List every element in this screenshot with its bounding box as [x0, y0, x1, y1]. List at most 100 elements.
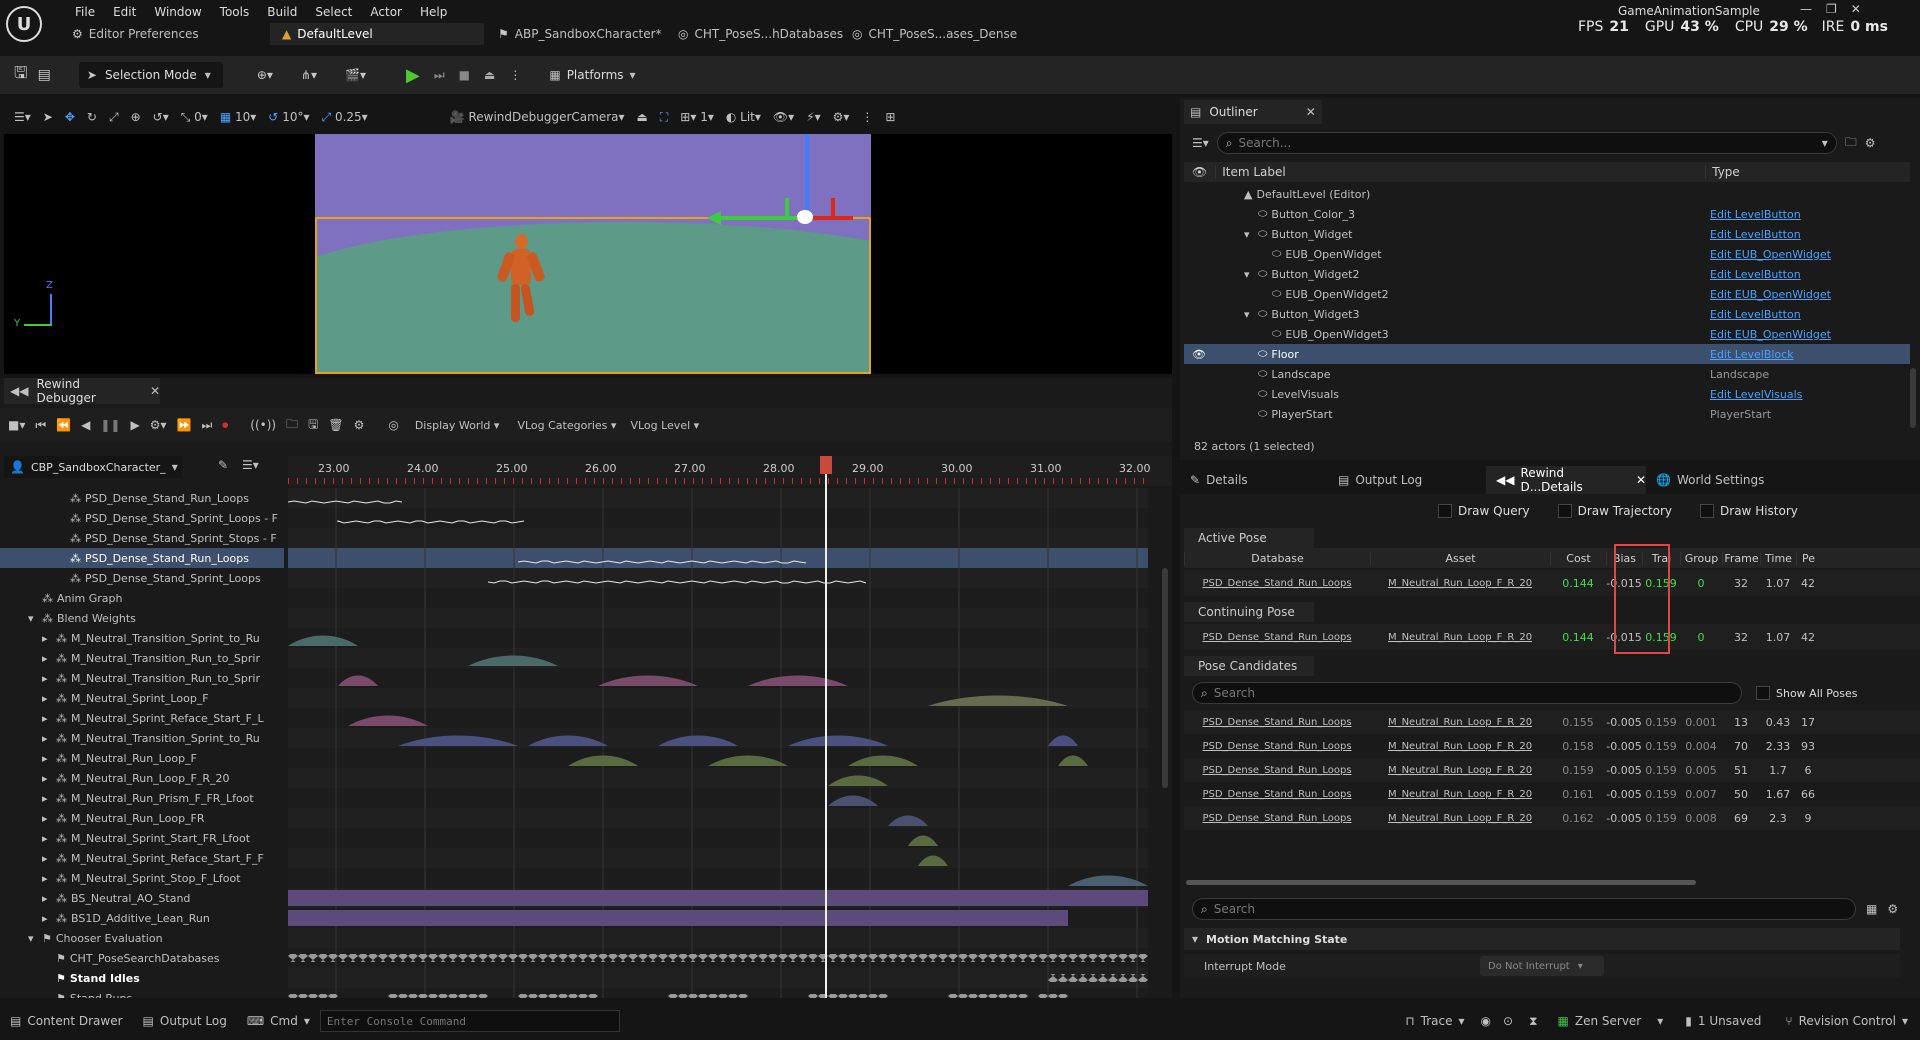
outliner-tab[interactable]: ▤ Outliner ✕	[1184, 100, 1322, 124]
column-asset[interactable]: Asset	[1370, 551, 1550, 565]
database-link[interactable]: PSD_Dense_Stand_Run_Loops	[1184, 813, 1370, 824]
tab-abp-sandbox[interactable]: ⚑ ABP_SandboxCharacter*	[484, 27, 664, 41]
more-icon[interactable]: ⋮	[861, 110, 873, 124]
track-row[interactable]: ▸ ⁂ M_Neutral_Sprint_Start_FR_Lfoot	[0, 828, 284, 848]
select-tool-icon[interactable]: ➤	[43, 110, 53, 124]
chevron-right-icon[interactable]: ▸	[42, 912, 52, 925]
column-database[interactable]: Database	[1184, 551, 1370, 565]
console-input[interactable]	[319, 1010, 620, 1032]
stop-icon[interactable]: ■	[459, 68, 470, 82]
close-icon[interactable]: ✕	[1636, 473, 1646, 487]
asset-link[interactable]: M_Neutral_Run_Loop_F_R_20	[1370, 765, 1550, 776]
chevron-right-icon[interactable]: ▸	[42, 732, 52, 745]
track-row[interactable]: ▸ ⁂ M_Neutral_Sprint_Reface_Start_F_F	[0, 848, 284, 868]
menu-tools[interactable]: Tools	[211, 5, 259, 19]
item-type[interactable]: Edit LevelButton	[1710, 208, 1801, 221]
vlog-categories-dropdown[interactable]: VLog Categories ▾	[517, 419, 616, 432]
column-pe[interactable]: Pe	[1796, 551, 1820, 565]
record-icon[interactable]: ⏺	[222, 418, 228, 433]
chevron-down-icon[interactable]: ▾	[28, 612, 38, 625]
visibility-icon[interactable]: 👁	[1184, 348, 1214, 361]
track-row[interactable]: ▸ ⁂ M_Neutral_Sprint_Loop_F	[0, 688, 284, 708]
actor-selector[interactable]: 👤 CBP_SandboxCharacter_ ▾	[4, 456, 182, 478]
transform-gizmo[interactable]	[707, 134, 855, 234]
chevron-right-icon[interactable]: ▸	[42, 672, 52, 685]
draw-history-checkbox[interactable]: Draw History	[1700, 504, 1798, 518]
menu-build[interactable]: Build	[258, 5, 306, 19]
unreal-logo-icon[interactable]: U	[6, 6, 42, 42]
eject-icon[interactable]: ⏏	[484, 68, 495, 82]
timeline-ruler[interactable]: 23.00 24.00 25.00 26.00 27.00 28.00 29.00 30.00…	[288, 456, 1172, 486]
chevron-right-icon[interactable]: ▸	[42, 752, 52, 765]
candidate-row[interactable]: PSD_Dense_Stand_Run_Loops M_Neutral_Run_L…	[1184, 758, 1920, 782]
database-link[interactable]: PSD_Dense_Stand_Run_Loops	[1184, 765, 1370, 776]
outliner-row[interactable]: ▾ ⬭ Button_Widget3 Edit LevelButton	[1184, 304, 1910, 324]
cinematics-icon[interactable]: 🎬▾	[345, 68, 366, 82]
layout-icon[interactable]: ⊞	[885, 110, 895, 124]
tab-world-settings[interactable]: 🌐 World Settings	[1646, 473, 1764, 487]
chevron-right-icon[interactable]: ▸	[42, 852, 52, 865]
close-icon[interactable]: ✕	[150, 384, 160, 398]
menu-help[interactable]: Help	[411, 5, 456, 19]
menu-actor[interactable]: Actor	[361, 5, 411, 19]
outliner-row[interactable]: ▾ ⬭ Button_Widget2 Edit LevelButton	[1184, 264, 1910, 284]
cmd-dropdown[interactable]: ⌨ Cmd ▾	[237, 1014, 320, 1028]
track-row[interactable]: ▸ ⁂ M_Neutral_Transition_Run_to_Sprir	[0, 668, 284, 688]
outliner-row[interactable]: ⬭ EUB_OpenWidget Edit EUB_OpenWidget	[1184, 244, 1910, 264]
scale-tool-icon[interactable]: ⤢	[109, 110, 119, 125]
track-row[interactable]: ▸ ⁂ BS_Neutral_AO_Stand	[0, 888, 284, 908]
rewind-tab[interactable]: ◀◀ Rewind Debugger ✕	[4, 377, 160, 405]
tab-cht-databases[interactable]: ◎ CHT_PoseS...hDatabases	[664, 27, 843, 41]
item-type[interactable]: Edit LevelVisuals	[1710, 388, 1802, 401]
item-type[interactable]: Edit LevelButton	[1710, 268, 1801, 281]
trace-dropdown[interactable]: ⊓ Trace ▾	[1395, 1014, 1474, 1028]
candidate-row[interactable]: PSD_Dense_Stand_Run_Loops M_Neutral_Run_L…	[1184, 782, 1920, 806]
chevron-right-icon[interactable]: ▸	[42, 812, 52, 825]
playhead[interactable]	[825, 456, 827, 998]
column-frame[interactable]: Frame	[1722, 551, 1760, 565]
motion-matching-state-section[interactable]: ▾ Motion Matching State	[1184, 928, 1900, 950]
surface-snap-icon[interactable]: ↺▾	[153, 110, 169, 124]
table-view-icon[interactable]: ▦	[1866, 902, 1877, 916]
camera-dropdown[interactable]: 🎥 RewindDebuggerCamera▾	[450, 110, 625, 124]
blueprint-icon[interactable]: ⋔▾	[301, 68, 317, 82]
filter-icon[interactable]: ☰▾	[242, 458, 259, 472]
level-viewport[interactable]: Z Y	[4, 134, 1172, 374]
outliner-row[interactable]: 👁 ⬭ Floor Edit LevelBlock	[1184, 344, 1910, 364]
viewport-menu-icon[interactable]: ☰▾	[14, 110, 31, 124]
pilot-icon[interactable]: ⛶	[660, 110, 668, 125]
outliner-row[interactable]: ⬭ Button_Color_3 Edit LevelButton	[1184, 204, 1910, 224]
active-pose-row[interactable]: PSD_Dense_Stand_Run_Loops M_Neutral_Run_L…	[1184, 570, 1920, 596]
track-row[interactable]: ▾ ⚑ Chooser Evaluation	[0, 928, 284, 948]
hourglass-icon[interactable]: ⧗	[1519, 1014, 1547, 1029]
property-search-input[interactable]: ⌕ Search	[1192, 898, 1856, 920]
first-frame-icon[interactable]: ⏮	[35, 418, 46, 433]
rotate-tool-icon[interactable]: ↻	[87, 110, 97, 124]
tab-default-level[interactable]: ▲ DefaultLevel	[270, 23, 484, 45]
track-row[interactable]: ⁂ PSD_Dense_Stand_Sprint_Loops	[0, 568, 284, 588]
track-row[interactable]: ▸ ⁂ BS1D_Additive_Lean_Run	[0, 908, 284, 928]
chevron-down-icon[interactable]: ▾	[1244, 268, 1254, 281]
track-row[interactable]: ⁂ PSD_Dense_Stand_Run_Loops	[0, 548, 284, 568]
pause-icon[interactable]: ❚❚	[100, 418, 120, 432]
track-row[interactable]: ▸ ⁂ M_Neutral_Sprint_Reface_Start_F_L	[0, 708, 284, 728]
tab-output-log[interactable]: ▤ Output Log	[1328, 473, 1486, 487]
database-link[interactable]: PSD_Dense_Stand_Run_Loops	[1184, 741, 1370, 752]
trace-icon[interactable]: ((•))	[250, 418, 276, 432]
menu-select[interactable]: Select	[306, 5, 361, 19]
database-link[interactable]: PSD_Dense_Stand_Run_Loops	[1184, 578, 1370, 589]
selection-mode-dropdown[interactable]: ➤ Selection Mode ▾	[78, 62, 223, 88]
browse-icon[interactable]: ▤	[38, 67, 51, 83]
track-row[interactable]: ⚑ Stand Idles	[0, 968, 284, 988]
track-row[interactable]: ▸ ⁂ M_Neutral_Run_Loop_FR	[0, 808, 284, 828]
settings-icon[interactable]: ⚙	[1865, 136, 1876, 150]
play-icon[interactable]: ▶	[130, 418, 139, 432]
chevron-down-icon[interactable]: ▾	[28, 932, 38, 945]
track-row[interactable]: ▸ ⁂ M_Neutral_Sprint_Stop_F_Lfoot	[0, 868, 284, 888]
item-type[interactable]: Edit EUB_OpenWidget	[1710, 288, 1831, 301]
screen-dropdown[interactable]: ⊞▾ 1▾	[680, 110, 714, 124]
outliner-search-input[interactable]: ⌕ Search... ▾	[1216, 132, 1837, 154]
record-icon[interactable]: ◉	[1475, 1014, 1497, 1028]
platforms-dropdown[interactable]: ▦ Platforms ▾	[549, 68, 635, 82]
pose-search-input[interactable]: ⌕ Search	[1192, 682, 1742, 704]
